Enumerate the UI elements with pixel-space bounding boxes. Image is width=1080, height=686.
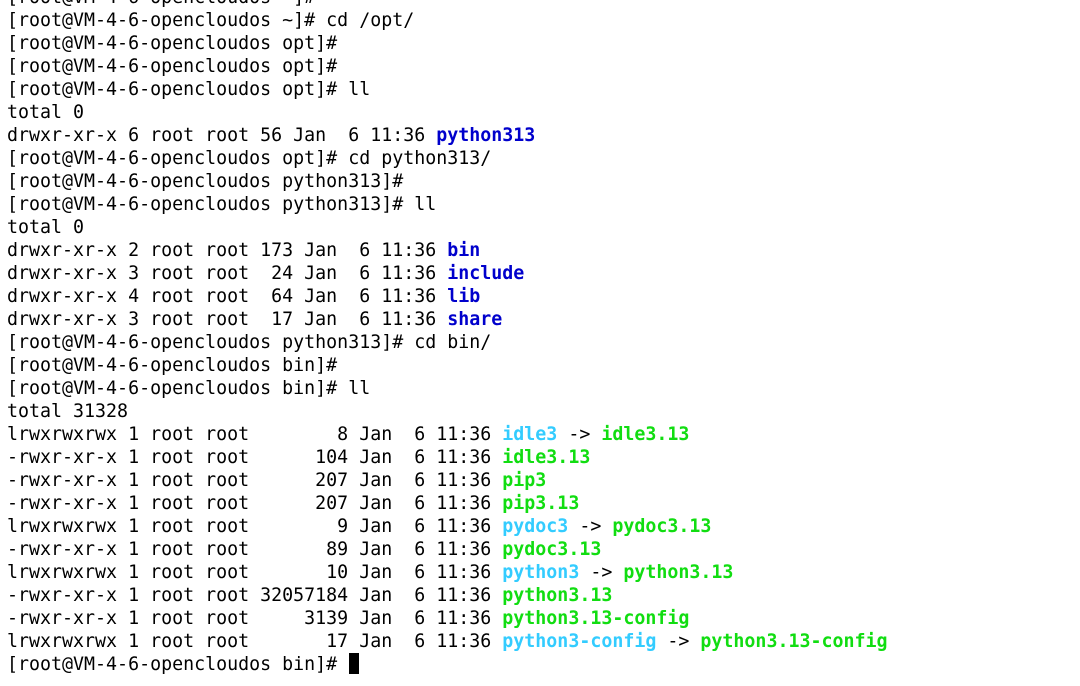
terminal-text: drwxr-xr-x 3 root root 24 Jan 6 11:36 (7, 263, 448, 284)
terminal-line: [root@VM-4-6-opencloudos bin]# (7, 354, 1067, 377)
terminal-text: drwxr-xr-x 4 root root 64 Jan 6 11:36 (7, 286, 448, 307)
terminal-text: [root@VM-4-6-opencloudos opt]# (7, 56, 338, 77)
directory-name: lib (447, 286, 481, 307)
terminal-line: total 0 (7, 101, 1067, 124)
executable-name: python3.13 (502, 585, 613, 606)
terminal-line: -rwxr-xr-x 1 root root 3139 Jan 6 11:36 … (7, 607, 1067, 630)
terminal-line: total 0 (7, 216, 1067, 239)
terminal-text: [root@VM-4-6-opencloudos bin]# (7, 355, 338, 376)
terminal-cursor (349, 653, 360, 674)
terminal-line: -rwxr-xr-x 1 root root 207 Jan 6 11:36 p… (7, 492, 1067, 515)
terminal-text: -rwxr-xr-x 1 root root 104 Jan 6 11:36 (7, 447, 503, 468)
terminal-text: lrwxrwxrwx 1 root root 17 Jan 6 11:36 (7, 631, 503, 652)
terminal-line: [root@VM-4-6-opencloudos bin]# ll (7, 377, 1067, 400)
executable-name: python3.13 (623, 562, 734, 583)
terminal-line: drwxr-xr-x 3 root root 24 Jan 6 11:36 in… (7, 262, 1067, 285)
terminal-text: total 0 (7, 102, 85, 123)
terminal-line: [root@VM-4-6-opencloudos opt]# cd python… (7, 147, 1067, 170)
terminal-text: [root@VM-4-6-opencloudos bin]# ll (7, 378, 371, 399)
terminal-text: [root@VM-4-6-opencloudos opt]# (7, 33, 338, 54)
terminal-text: lrwxrwxrwx 1 root root 8 Jan 6 11:36 (7, 424, 503, 445)
terminal-line: drwxr-xr-x 6 root root 56 Jan 6 11:36 py… (7, 124, 1067, 147)
terminal-line: [root@VM-4-6-opencloudos ~]# cd /opt/ (7, 9, 1067, 32)
terminal-line: [root@VM-4-6-opencloudos bin]# (7, 653, 1067, 676)
terminal-text: total 31328 (7, 401, 129, 422)
terminal-line: -rwxr-xr-x 1 root root 89 Jan 6 11:36 py… (7, 538, 1067, 561)
symlink-name: idle3 (502, 424, 558, 445)
terminal-text: -rwxr-xr-x 1 root root 3139 Jan 6 11:36 (7, 608, 503, 629)
executable-name: pip3 (502, 470, 547, 491)
terminal-line: lrwxrwxrwx 1 root root 17 Jan 6 11:36 py… (7, 630, 1067, 653)
terminal-text: -> (579, 562, 624, 583)
terminal-text: [root@VM-4-6-opencloudos python313]# (7, 171, 404, 192)
executable-name: idle3.13 (601, 424, 690, 445)
terminal-line: drwxr-xr-x 3 root root 17 Jan 6 11:36 sh… (7, 308, 1067, 331)
terminal-text: drwxr-xr-x 2 root root 173 Jan 6 11:36 (7, 240, 448, 261)
symlink-name: python3 (502, 562, 580, 583)
terminal-line: [root@VM-4-6-opencloudos opt]# (7, 55, 1067, 78)
terminal-text: -> (656, 631, 701, 652)
terminal-text: drwxr-xr-x 6 root root 56 Jan 6 11:36 (7, 125, 437, 146)
directory-name: bin (447, 240, 481, 261)
terminal-text: [root@VM-4-6-opencloudos opt]# ll (7, 79, 371, 100)
terminal-line: lrwxrwxrwx 1 root root 10 Jan 6 11:36 py… (7, 561, 1067, 584)
terminal-text: -> (568, 516, 613, 537)
terminal-line: [root@VM-4-6-opencloudos python313]# ll (7, 193, 1067, 216)
terminal-text: -rwxr-xr-x 1 root root 32057184 Jan 6 11… (7, 585, 503, 606)
terminal-text: lrwxrwxrwx 1 root root 10 Jan 6 11:36 (7, 562, 503, 583)
terminal-line: -rwxr-xr-x 1 root root 104 Jan 6 11:36 i… (7, 446, 1067, 469)
terminal-line: lrwxrwxrwx 1 root root 8 Jan 6 11:36 idl… (7, 423, 1067, 446)
directory-name: python313 (436, 125, 536, 146)
executable-name: idle3.13 (502, 447, 591, 468)
terminal-text: lrwxrwxrwx 1 root root 9 Jan 6 11:36 (7, 516, 503, 537)
executable-name: python3.13-config (700, 631, 888, 652)
executable-name: pydoc3.13 (502, 539, 602, 560)
terminal-line: drwxr-xr-x 4 root root 64 Jan 6 11:36 li… (7, 285, 1067, 308)
executable-name: python3.13-config (502, 608, 690, 629)
symlink-name: python3-config (502, 631, 657, 652)
terminal-line: [root@VM-4-6-opencloudos ~]# (7, 0, 1067, 9)
terminal-text: -rwxr-xr-x 1 root root 89 Jan 6 11:36 (7, 539, 503, 560)
terminal-line: total 31328 (7, 400, 1067, 423)
terminal-text: [root@VM-4-6-opencloudos python313]# cd … (7, 332, 492, 353)
terminal-line: [root@VM-4-6-opencloudos python313]# cd … (7, 331, 1067, 354)
terminal-text: -rwxr-xr-x 1 root root 207 Jan 6 11:36 (7, 493, 503, 514)
terminal-text: total 0 (7, 217, 85, 238)
executable-name: pip3.13 (502, 493, 580, 514)
terminal-line: drwxr-xr-x 2 root root 173 Jan 6 11:36 b… (7, 239, 1067, 262)
terminal-text: drwxr-xr-x 3 root root 17 Jan 6 11:36 (7, 309, 448, 330)
terminal-line: [root@VM-4-6-opencloudos python313]# (7, 170, 1067, 193)
terminal-text: [root@VM-4-6-opencloudos bin]# (7, 654, 349, 675)
terminal-line: -rwxr-xr-x 1 root root 32057184 Jan 6 11… (7, 584, 1067, 607)
terminal-output: [root@VM-4-6-opencloudos ~]# [root@VM-4-… (7, 0, 1067, 676)
terminal-text: -> (557, 424, 602, 445)
directory-name: share (447, 309, 503, 330)
symlink-name: pydoc3 (502, 516, 569, 537)
terminal-text: [root@VM-4-6-opencloudos ~]# cd /opt/ (7, 10, 415, 31)
terminal-line: [root@VM-4-6-opencloudos opt]# ll (7, 78, 1067, 101)
terminal-text: [root@VM-4-6-opencloudos opt]# cd python… (7, 148, 492, 169)
terminal-text: [root@VM-4-6-opencloudos python313]# ll (7, 194, 437, 215)
directory-name: include (447, 263, 525, 284)
terminal-line: lrwxrwxrwx 1 root root 9 Jan 6 11:36 pyd… (7, 515, 1067, 538)
terminal-line: -rwxr-xr-x 1 root root 207 Jan 6 11:36 p… (7, 469, 1067, 492)
terminal-window[interactable]: [root@VM-4-6-opencloudos ~]# [root@VM-4-… (0, 0, 1080, 686)
terminal-text: -rwxr-xr-x 1 root root 207 Jan 6 11:36 (7, 470, 503, 491)
terminal-line: [root@VM-4-6-opencloudos opt]# (7, 32, 1067, 55)
executable-name: pydoc3.13 (612, 516, 712, 537)
terminal-text: [root@VM-4-6-opencloudos ~]# (7, 0, 326, 8)
